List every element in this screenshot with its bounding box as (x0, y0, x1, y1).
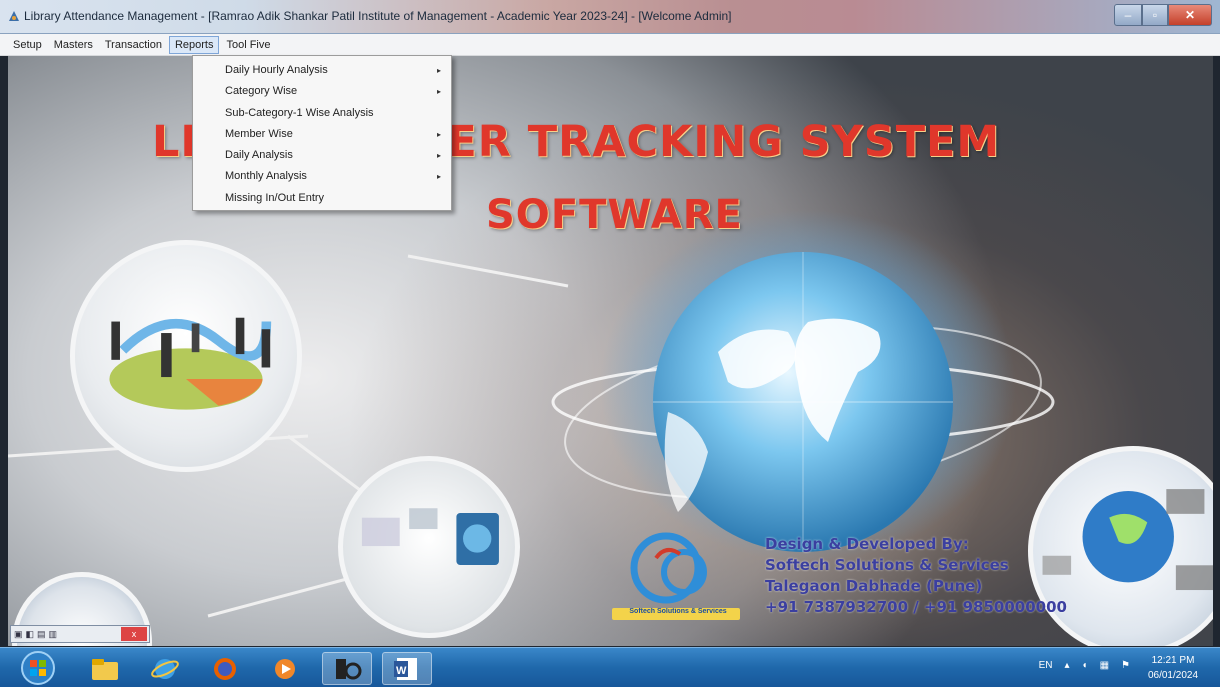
credits-line: Design & Developed By: (765, 535, 969, 553)
menu-item-daily-hourly-analysis[interactable]: Daily Hourly Analysis ▸ (193, 60, 451, 81)
credits-block: Design & Developed By: Softech Solutions… (765, 534, 1067, 618)
mini-floating-toolbar[interactable]: ▣ ◧ ▤ ▥ x (10, 625, 150, 643)
menu-setup[interactable]: Setup (8, 37, 47, 53)
word-icon[interactable]: W (382, 652, 432, 685)
menu-item-label: Sub-Category-1 Wise Analysis (225, 106, 374, 119)
menu-item-label: Monthly Analysis (225, 170, 307, 183)
close-button[interactable]: ✕ (1168, 4, 1212, 26)
start-orb-icon[interactable] (18, 650, 58, 686)
menu-tool-five[interactable]: Tool Five (221, 37, 275, 53)
window-title: Library Attendance Management - [Ramrao … (24, 9, 732, 23)
toolbar-glyph-icon[interactable]: ▣ (14, 629, 23, 640)
network-icon[interactable]: ▦ (1100, 660, 1109, 671)
taskbar-clock[interactable]: 12:21 PM 06/01/2024 (1136, 653, 1210, 683)
menu-item-missing-in-out-entry[interactable]: Missing In/Out Entry (193, 188, 451, 209)
app-icon (9, 11, 19, 21)
menu-bar: Setup Masters Transaction Reports Tool F… (0, 34, 1220, 56)
volume-icon[interactable]: ◖ (1082, 660, 1088, 671)
library-app-icon[interactable] (322, 652, 372, 685)
tablet-thumbnail (338, 456, 520, 638)
clock-time: 12:21 PM (1151, 655, 1195, 666)
flag-icon[interactable]: ⚑ (1121, 660, 1130, 671)
toolbar-glyph-icon[interactable]: ▥ (49, 629, 58, 640)
taskbar: W EN ▴ ◖ ▦ ⚑ 12:21 PM 06/01/2024 (0, 647, 1220, 687)
menu-item-daily-analysis[interactable]: Daily Analysis ▸ (193, 145, 451, 166)
minimize-button[interactable]: – (1114, 4, 1142, 26)
menu-masters[interactable]: Masters (49, 37, 98, 53)
file-explorer-icon[interactable] (80, 652, 130, 685)
menu-item-member-wise[interactable]: Member Wise ▸ (193, 124, 451, 145)
reports-dropdown-menu: Daily Hourly Analysis ▸ Category Wise ▸ … (192, 55, 452, 211)
headline-line2: SOFTWARE (486, 192, 743, 238)
menu-item-sub-category-wise-analysis[interactable]: Sub-Category-1 Wise Analysis (193, 103, 451, 124)
menu-item-monthly-analysis[interactable]: Monthly Analysis ▸ (193, 166, 451, 187)
system-tray: EN ▴ ◖ ▦ ⚑ (1039, 660, 1130, 671)
logo-caption: Softech Solutions & Services (629, 608, 727, 615)
menu-item-label: Daily Hourly Analysis (225, 64, 328, 76)
business-chart-thumbnail (70, 240, 302, 472)
language-indicator[interactable]: EN (1039, 660, 1053, 671)
submenu-arrow-icon: ▸ (436, 172, 441, 182)
menu-item-label: Category Wise (225, 85, 298, 98)
mini-toolbar-close-button[interactable]: x (121, 627, 147, 641)
credits-line: Talegaon Dabhade (Pune) (765, 577, 983, 595)
clock-date: 06/01/2024 (1147, 670, 1199, 681)
menu-item-label: Member Wise (225, 127, 293, 140)
submenu-arrow-icon: ▸ (436, 66, 441, 75)
menu-item-label: Daily Analysis (225, 149, 293, 162)
toolbar-glyph-icon[interactable]: ◧ (26, 629, 35, 640)
submenu-arrow-icon: ▸ (436, 151, 441, 161)
svg-text:W: W (396, 665, 407, 677)
window-controls: – ▫ ✕ (1114, 4, 1212, 26)
maximize-button[interactable]: ▫ (1142, 4, 1168, 26)
toolbar-glyph-icon[interactable]: ▤ (37, 629, 46, 640)
credits-line: +91 7387932700 / +91 9850000000 (765, 598, 1067, 616)
internet-explorer-icon[interactable] (140, 652, 190, 685)
menu-transaction[interactable]: Transaction (100, 37, 167, 53)
media-player-icon[interactable] (260, 652, 310, 685)
menu-reports[interactable]: Reports (168, 35, 220, 54)
submenu-arrow-icon: ▸ (436, 87, 441, 97)
firefox-icon[interactable] (200, 652, 250, 685)
submenu-arrow-icon: ▸ (436, 129, 441, 139)
window-title-bar: Library Attendance Management - [Ramrao … (0, 0, 1220, 34)
credits-line: Softech Solutions & Services (765, 556, 1009, 574)
tray-expand-icon[interactable]: ▴ (1065, 660, 1070, 671)
menu-item-label: Missing In/Out Entry (225, 191, 325, 204)
menu-item-category-wise[interactable]: Category Wise ▸ (193, 81, 451, 102)
